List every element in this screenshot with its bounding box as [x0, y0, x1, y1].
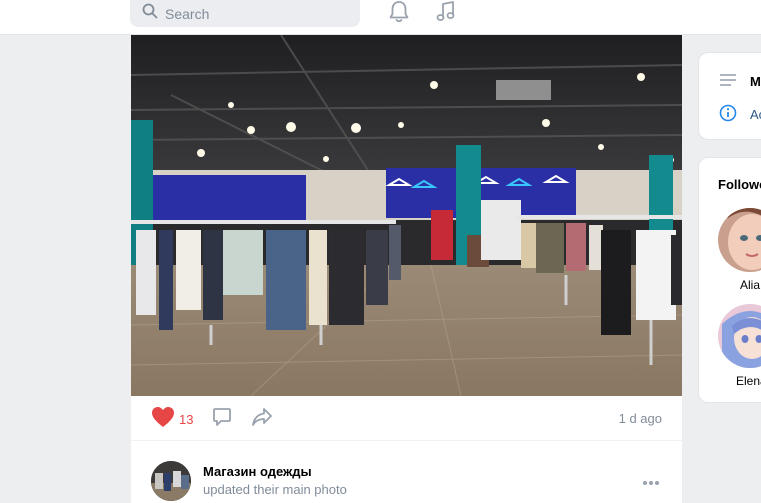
heart-icon	[151, 406, 175, 433]
comment-button[interactable]	[212, 407, 232, 432]
divider	[131, 440, 682, 441]
right-menu-label: M	[750, 74, 761, 89]
music-note-icon[interactable]	[434, 0, 458, 24]
share-arrow-icon	[251, 408, 273, 432]
follower-avatar[interactable]	[718, 304, 761, 368]
search-input[interactable]	[165, 3, 335, 24]
right-menu-card: M Ac	[698, 52, 761, 140]
post-time: 1 d ago	[618, 411, 662, 426]
feed-item: Магазин одежды updated their main photo	[131, 455, 682, 503]
like-button[interactable]: 13	[151, 406, 193, 433]
post-actions: 13 1 d ago	[131, 396, 682, 440]
followers-title[interactable]: Followe	[718, 177, 761, 192]
follower-name[interactable]: Elena	[736, 374, 761, 388]
feed-item-action: updated their main photo	[203, 482, 347, 497]
menu-lines-icon	[719, 73, 737, 90]
feed-item-name[interactable]: Магазин одежды	[203, 464, 312, 479]
right-menu-item[interactable]: Ac	[719, 104, 761, 125]
search-box[interactable]	[130, 0, 360, 27]
like-count: 13	[179, 412, 194, 427]
followers-card: Followe Alia Elena	[698, 157, 761, 403]
search-icon	[142, 3, 158, 24]
more-options-icon[interactable]	[642, 473, 660, 491]
info-icon	[719, 104, 737, 125]
comment-icon	[212, 408, 232, 431]
follower-name[interactable]: Alia	[740, 278, 761, 292]
top-bar	[0, 0, 761, 35]
right-menu-item[interactable]: M	[719, 73, 761, 90]
post-card: 13 1 d ago Магазин одежды updated their …	[131, 35, 682, 503]
right-menu-label: Ac	[750, 107, 761, 122]
post-photo[interactable]	[131, 35, 682, 396]
bell-icon[interactable]	[387, 0, 411, 24]
share-button[interactable]	[251, 406, 273, 433]
avatar[interactable]	[151, 461, 191, 501]
follower-avatar[interactable]	[718, 208, 761, 272]
